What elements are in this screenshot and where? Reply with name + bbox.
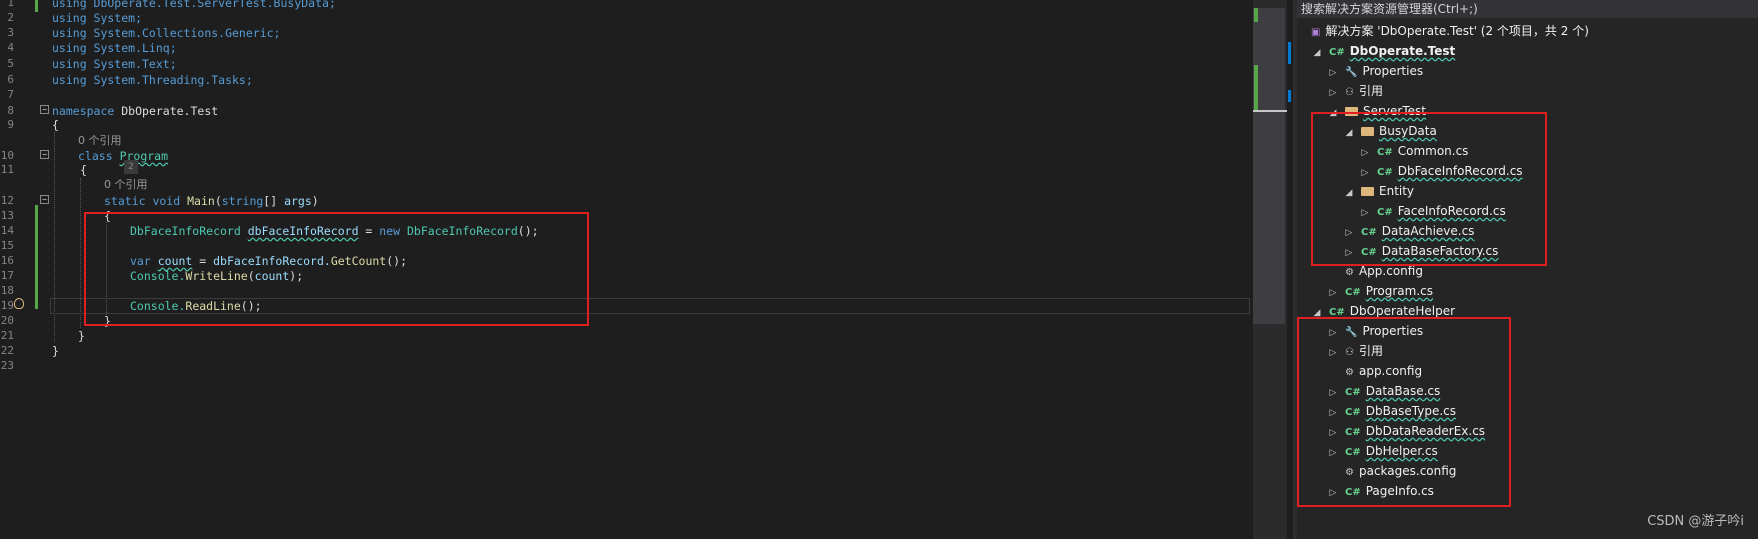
collapse-icon[interactable]: − (40, 195, 49, 204)
code-line: namespace DbOperate.Test (52, 104, 218, 118)
lightbulb-icon[interactable] (14, 298, 24, 309)
line-number: 12 (0, 194, 14, 207)
using-line: using System.Linq; (52, 41, 177, 55)
line-number: 17 (0, 269, 14, 282)
code-line: using System.Threading.Tasks; (52, 73, 253, 87)
code-line: } (52, 344, 59, 358)
namespace-name: DbOperate.Test (121, 104, 219, 118)
tree-item[interactable]: ▷ 🔧 Properties (1327, 62, 1424, 82)
tree-item-label: DbOperateHelper (1349, 304, 1456, 318)
change-marker (35, 0, 38, 12)
wrench-icon: 🔧 (1345, 67, 1358, 78)
scroll-marker (1288, 42, 1291, 64)
expand-arrow-icon[interactable]: ▷ (1327, 284, 1339, 302)
caret-marker (1253, 110, 1287, 112)
code-line: using System.Text; (52, 57, 177, 71)
using-line: using System.Collections.Generic; (52, 26, 281, 40)
line-number: 13 (0, 209, 14, 222)
tree-item[interactable]: ◢ C# DbOperate.Test (1311, 42, 1456, 62)
code-line: { (80, 163, 87, 177)
solution-node[interactable]: ▣ 解决方案 'DbOperate.Test' (2 个项目，共 2 个) (1311, 22, 1589, 40)
code-line: static void Main(string[] args) (104, 194, 319, 208)
paren: ( (214, 194, 222, 208)
tree-item[interactable]: ▷ ⚇ 引用 (1327, 82, 1383, 100)
code-line: using System.Collections.Generic; (52, 26, 280, 40)
parameter: args (284, 194, 312, 208)
line-number: 18 (0, 284, 14, 297)
line-number: 1 (7, 0, 14, 9)
highlight-box (1311, 112, 1547, 266)
brackets: [] (263, 194, 285, 208)
keyword: string (221, 194, 264, 208)
change-marker (35, 205, 38, 309)
collapse-icon[interactable]: − (40, 105, 49, 114)
line-number: 10 (0, 149, 14, 162)
watermark: CSDN @游子吟i (1647, 514, 1744, 529)
using-line: using System.Text; (52, 57, 177, 71)
line-number: 5 (7, 57, 14, 70)
solution-explorer: 搜索解决方案资源管理器(Ctrl+;) ▣ 解决方案 'DbOperate.Tes… (1297, 0, 1758, 539)
line-number: 23 (0, 359, 14, 372)
line-number: 6 (7, 73, 14, 86)
line-number: 4 (7, 41, 14, 54)
paren: ) (311, 194, 319, 208)
csharp-icon: C# (1345, 287, 1361, 298)
brace: { (80, 163, 87, 177)
collapse-icon[interactable]: − (40, 150, 49, 159)
line-number: 7 (7, 88, 14, 101)
code-line: using DbOperate.Test.ServerTest.BusyData… (52, 0, 336, 10)
scroll-thumb[interactable] (1253, 8, 1285, 324)
code-line: using System.Linq; (52, 41, 177, 55)
line-number: 9 (7, 118, 14, 131)
line-number: 16 (0, 254, 14, 267)
tree-item[interactable]: ▷ C# Program.cs (1327, 282, 1433, 300)
search-input[interactable]: 搜索解决方案资源管理器(Ctrl+;) (1297, 0, 1758, 18)
line-number: 15 (0, 239, 14, 252)
keyword: namespace (52, 104, 115, 118)
line-number: 11 (0, 163, 14, 176)
expand-arrow-icon[interactable]: ▷ (1327, 64, 1339, 82)
change-marker (1254, 8, 1258, 22)
change-marker (1254, 65, 1258, 111)
line-number: 3 (7, 26, 14, 39)
config-icon: ⚙ (1345, 267, 1354, 278)
expand-arrow-icon[interactable]: ▷ (1327, 84, 1339, 102)
highlight-box (1297, 317, 1511, 507)
line-number: 8 (7, 104, 14, 117)
keyword: using DbOperate.Test.ServerTest.BusyData… (52, 0, 336, 10)
line-number: 22 (0, 344, 14, 357)
code-line: } (78, 329, 85, 343)
tree-item-label: 引用 (1358, 84, 1383, 98)
brace: } (78, 329, 85, 343)
method-name: Main (187, 194, 215, 208)
code-line: { (52, 118, 59, 132)
brace: } (52, 344, 59, 358)
code-line: using System; (52, 11, 142, 25)
highlight-box (84, 212, 589, 326)
csharp-icon: C# (1329, 47, 1345, 58)
solution-icon: ▣ (1311, 27, 1321, 38)
keyword: class (78, 149, 113, 163)
tree-item-label: DbOperate.Test (1349, 44, 1456, 58)
line-number: 2 (7, 11, 14, 24)
references-icon: ⚇ (1345, 87, 1354, 98)
tree-item-label: Properties (1362, 64, 1424, 78)
brace: { (52, 118, 59, 132)
tree-item-label: App.config (1358, 264, 1423, 278)
scroll-marker (1288, 90, 1291, 102)
code-editor[interactable]: 1 2 3 4 5 6 7 8 9 10 11 12 13 14 15 16 1… (0, 0, 1258, 539)
reference-count[interactable]: 0 个引用 (104, 178, 148, 192)
expanded-arrow-icon[interactable]: ◢ (1311, 44, 1323, 62)
using-line: using System; (52, 11, 143, 25)
solution-label: 解决方案 'DbOperate.Test' (2 个项目，共 2 个) (1325, 24, 1589, 38)
tree-item-label: Program.cs (1365, 284, 1434, 298)
line-number: 21 (0, 329, 14, 342)
keyword: static void (104, 194, 181, 208)
reference-count[interactable]: 0 个引用 (78, 134, 122, 148)
using-line: using System.Threading.Tasks; (52, 73, 253, 87)
line-number: 19 (0, 299, 14, 312)
line-number: 14 (0, 224, 14, 237)
line-number: 20 (0, 314, 14, 327)
badge: 2 (124, 160, 138, 174)
